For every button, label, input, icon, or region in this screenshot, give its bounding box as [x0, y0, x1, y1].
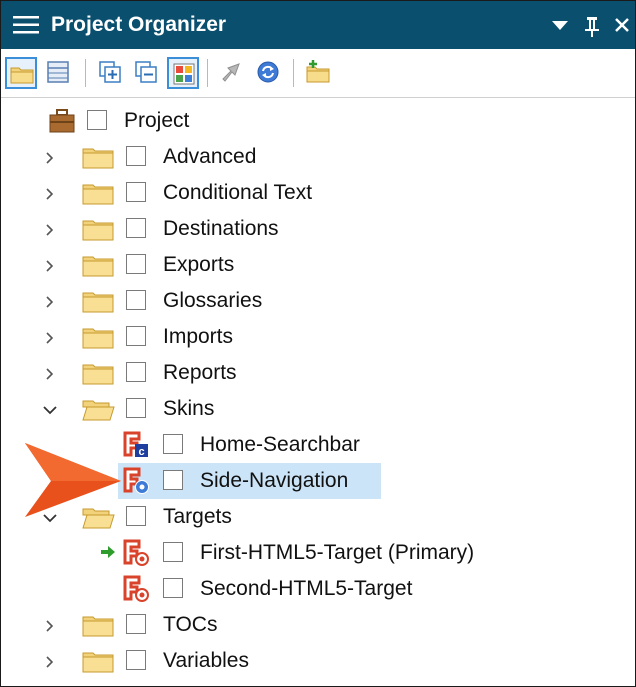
tree-item-label: Glossaries — [163, 289, 263, 312]
checkbox[interactable] — [126, 254, 146, 274]
skin-navigation-icon — [123, 467, 149, 494]
checkbox[interactable] — [163, 470, 183, 490]
dropdown-arrow-icon[interactable] — [549, 11, 571, 39]
close-icon[interactable] — [611, 11, 633, 39]
checkbox[interactable] — [87, 110, 107, 130]
html5-target-icon — [123, 575, 149, 602]
tree-item-variables[interactable]: Variables — [1, 643, 635, 679]
checkbox[interactable] — [126, 614, 146, 634]
toolbar-separator — [85, 59, 86, 87]
chevron-right-icon[interactable] — [41, 257, 59, 275]
tree-item-glossaries[interactable]: Glossaries — [1, 283, 635, 319]
toolbar-separator — [207, 59, 208, 87]
tree-item-label: Reports — [163, 361, 237, 384]
chevron-right-icon[interactable] — [41, 221, 59, 239]
folder-icon — [82, 292, 114, 313]
checkbox[interactable] — [163, 434, 183, 454]
pin-icon[interactable] — [581, 11, 603, 39]
tree-item-label: TOCs — [163, 613, 218, 636]
folder-icon — [82, 616, 114, 637]
checkbox[interactable] — [126, 218, 146, 238]
checkbox[interactable] — [126, 650, 146, 670]
tree-item-label: Destinations — [163, 217, 279, 240]
checkbox[interactable] — [126, 182, 146, 202]
checkbox[interactable] — [126, 506, 146, 526]
html5-target-icon — [123, 539, 149, 566]
svg-text:c: c — [138, 446, 144, 458]
collapse-all-icon[interactable] — [131, 57, 163, 89]
publish-icon[interactable] — [217, 57, 249, 89]
tree-item-destinations[interactable]: Destinations — [1, 211, 635, 247]
callout-arrow-icon — [25, 443, 121, 517]
tree-item-label: Home-Searchbar — [200, 433, 360, 456]
toolbar — [1, 49, 635, 97]
tree-item-label: Targets — [163, 505, 232, 528]
folder-view-icon[interactable] — [5, 57, 37, 89]
tree-item-label: Exports — [163, 253, 235, 276]
project-tree: Project Advanced Conditional Text Destin… — [1, 97, 635, 686]
tree-item-label: Side-Navigation — [200, 469, 349, 492]
tree-item-tocs[interactable]: TOCs — [1, 607, 635, 643]
chevron-right-icon[interactable] — [41, 185, 59, 203]
tree-item-skins[interactable]: Skins — [1, 391, 635, 427]
checkbox[interactable] — [126, 326, 146, 346]
folder-icon — [82, 184, 114, 205]
tree-item-label: Second-HTML5-Target — [200, 577, 413, 600]
table-view-icon[interactable] — [43, 57, 75, 89]
folder-icon — [82, 652, 114, 673]
folder-icon — [82, 256, 114, 277]
chevron-right-icon[interactable] — [41, 293, 59, 311]
checkbox[interactable] — [126, 290, 146, 310]
panel-title: Project Organizer — [51, 13, 227, 36]
color-grid-icon[interactable] — [167, 57, 199, 89]
checkbox[interactable] — [126, 146, 146, 166]
tree-item-label: Conditional Text — [163, 181, 313, 204]
primary-target-arrow-icon — [101, 546, 115, 558]
tree-item-label: Project — [124, 109, 190, 132]
folder-open-icon — [82, 400, 115, 421]
tree-item-project[interactable]: Project — [1, 103, 635, 139]
expand-all-icon[interactable] — [95, 57, 127, 89]
new-folder-icon[interactable] — [303, 57, 335, 89]
folder-icon — [82, 328, 114, 349]
checkbox[interactable] — [126, 398, 146, 418]
tree-item-second-html5-target[interactable]: Second-HTML5-Target — [1, 571, 635, 607]
tree-item-conditional-text[interactable]: Conditional Text — [1, 175, 635, 211]
chevron-right-icon[interactable] — [41, 149, 59, 167]
folder-icon — [82, 148, 114, 169]
tree-item-label: Skins — [163, 397, 215, 420]
folder-icon — [82, 220, 114, 241]
briefcase-icon — [49, 109, 75, 133]
tree-item-first-html5-target[interactable]: First-HTML5-Target (Primary) — [1, 535, 635, 571]
chevron-right-icon[interactable] — [41, 365, 59, 383]
chevron-right-icon[interactable] — [41, 329, 59, 347]
chevron-down-icon[interactable] — [41, 401, 59, 419]
tree-item-label: Variables — [163, 649, 249, 672]
tree-item-label: Advanced — [163, 145, 257, 168]
title-bar: Project Organizer — [1, 1, 635, 49]
tree-item-label: Imports — [163, 325, 234, 348]
tree-item-label: First-HTML5-Target (Primary) — [200, 541, 475, 564]
tree-item-reports[interactable]: Reports — [1, 355, 635, 391]
chevron-right-icon[interactable] — [41, 653, 59, 671]
checkbox[interactable] — [163, 578, 183, 598]
tree-item-advanced[interactable]: Advanced — [1, 139, 635, 175]
skin-search-icon: c — [123, 431, 148, 458]
tree-item-imports[interactable]: Imports — [1, 319, 635, 355]
toolbar-separator — [293, 59, 294, 87]
checkbox[interactable] — [163, 542, 183, 562]
project-organizer-panel: Project Organizer Project Advanced Condi… — [0, 0, 636, 687]
tree-item-exports[interactable]: Exports — [1, 247, 635, 283]
checkbox[interactable] — [126, 362, 146, 382]
menu-icon[interactable] — [11, 12, 41, 38]
chevron-right-icon[interactable] — [41, 617, 59, 635]
refresh-icon[interactable] — [253, 57, 285, 89]
folder-icon — [82, 364, 114, 385]
